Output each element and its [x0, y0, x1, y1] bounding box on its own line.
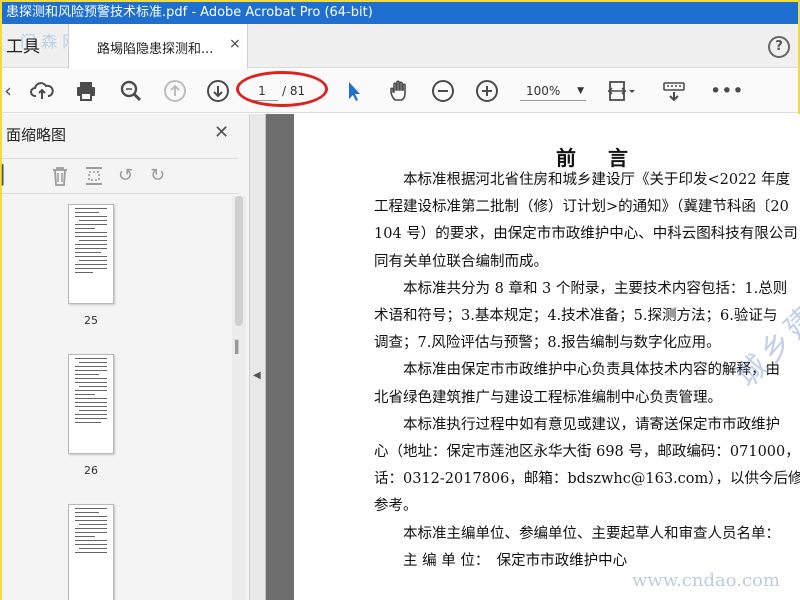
pdf-page: 前言 本标准根据河北省住房和城乡建设厅《关于印发<2022 年度 工程建设标准第二… [294, 105, 800, 600]
main-toolbar: ‹ 1 / 81 100% ▼ ••• [2, 69, 798, 113]
tab-bar: 门 森 网 工具 路埸陷隐患探测和... × ? [2, 24, 798, 69]
options-menu-icon[interactable]: ▏ [2, 165, 16, 186]
resize-grip-icon[interactable]: ▍ [235, 340, 244, 354]
thumbnail-page[interactable] [68, 354, 114, 454]
document-line: 本标准共分为 8 章和 3 个附录，主要技术内容包括：1.总则 [374, 280, 788, 297]
panel-divider[interactable]: ◀ [250, 114, 266, 600]
document-line: 术语和符号；3.基本规定；4.技术准备；5.探测方法；6.验证与 [374, 308, 778, 324]
thumbnail-list: 25 26 [2, 196, 232, 600]
document-line: 本标准根据河北省住房和城乡建设厅《关于印发<2022 年度 [374, 172, 791, 188]
document-line: 同有关单位联合编制而成。 [374, 253, 548, 270]
document-line: 话：0312-2017806，邮箱：bdszwhc@163.com），以供今后修… [374, 471, 800, 488]
document-line: 参考。 [374, 498, 418, 515]
zoom-in-icon[interactable] [475, 79, 499, 103]
document-line: 本标准主编单位、参编单位、主要起草人和审查人员名单： [374, 525, 780, 542]
hand-tool-icon[interactable] [387, 79, 411, 103]
thumbnail-page[interactable] [68, 504, 114, 600]
document-line: 104 号）的要求，由保定市市政维护中心、中科云图科技有限公司 [374, 226, 798, 243]
rotate-right-icon[interactable]: ↻ [150, 165, 165, 186]
trash-icon[interactable] [50, 165, 70, 192]
chevron-down-icon: ▼ [577, 86, 584, 96]
cloud-upload-icon[interactable] [30, 79, 54, 103]
close-icon[interactable]: × [229, 36, 241, 52]
document-line: 工程建设标准第二批制（修）订计划>的通知》（冀建节科函〔20 [374, 199, 789, 216]
window-title-bar: 患探测和风险预警技术标准.pdf - Adobe Acrobat Pro (64… [2, 2, 798, 24]
thumbnail-sidebar: 面缩略图 ✕ ▏ ↺ ↻ 25 26 ▍ [2, 114, 250, 600]
zoom-dropdown[interactable]: 100% ▼ [520, 81, 586, 101]
rotate-left-icon[interactable]: ↺ [118, 165, 133, 186]
thumbnail-label: 25 [84, 314, 98, 327]
select-cursor-icon[interactable] [342, 79, 366, 103]
insert-page-icon[interactable] [84, 165, 104, 192]
sidebar-title: 面缩略图 [6, 126, 67, 144]
print-icon[interactable] [74, 79, 98, 103]
site-watermark: www.cndao.com [632, 570, 780, 591]
scrollbar-thumb[interactable] [235, 196, 243, 326]
close-icon[interactable]: ✕ [214, 122, 229, 143]
tab-tools[interactable]: 工具 [6, 32, 40, 57]
thumbnail-page[interactable] [68, 204, 114, 304]
document-line: 北省绿色建筑推广与建设工程标准编制中心负责管理。 [374, 389, 722, 406]
fit-page-icon[interactable] [606, 79, 635, 103]
red-highlight-ellipse [236, 71, 328, 107]
thumbnail-label: 26 [84, 464, 98, 477]
keyboard-icon[interactable] [662, 79, 686, 103]
sidebar-toolbar: ▏ ↺ ↻ [2, 158, 238, 194]
document-view: 前言 本标准根据河北省住房和城乡建设厅《关于印发<2022 年度 工程建设标准第二… [266, 105, 800, 600]
tab-document-label: 路埸陷隐患探测和... [97, 42, 214, 57]
page-down-icon[interactable] [206, 79, 230, 103]
document-line: 本标准执行过程中如有意见或建议，请寄送保定市市政维护 [374, 416, 780, 433]
help-icon[interactable]: ? [768, 36, 790, 58]
zoom-out-icon[interactable] [431, 79, 455, 103]
page-up-icon[interactable] [163, 79, 187, 103]
window-title: 患探测和风险预警技术标准.pdf - Adobe Acrobat Pro (64… [6, 5, 373, 20]
zoom-value: 100% [526, 84, 561, 98]
tab-document[interactable]: 路埸陷隐患探测和... × [68, 24, 248, 69]
collapse-arrow-icon[interactable]: ◀ [253, 370, 261, 381]
more-icon[interactable]: ••• [710, 79, 744, 103]
document-line: 心（地址：保定市莲池区永华大街 698 号，邮政编码：071000， [374, 444, 800, 460]
search-icon[interactable] [119, 79, 143, 103]
chevron-left-icon[interactable]: ‹ [0, 79, 20, 103]
sidebar-scrollbar[interactable] [232, 196, 246, 600]
